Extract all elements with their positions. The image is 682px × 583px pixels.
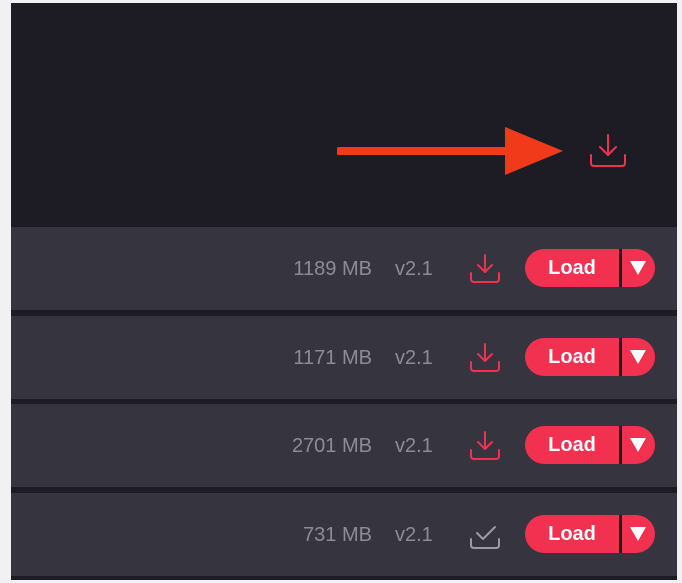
- model-version: v2.1: [395, 435, 433, 457]
- model-version: v2.1: [395, 524, 433, 546]
- check-tray-icon: [470, 526, 500, 549]
- load-options-dropdown[interactable]: [622, 426, 655, 464]
- model-size: 2701 MB: [291, 435, 372, 457]
- load-options-dropdown[interactable]: [622, 515, 655, 553]
- caret-down-icon: [630, 438, 646, 452]
- download-icon: [470, 431, 500, 460]
- load-options-dropdown[interactable]: [622, 338, 655, 376]
- model-size: 731 MB: [303, 524, 372, 546]
- annotation-arrow-icon: [337, 127, 563, 175]
- download-icon: [590, 134, 626, 167]
- model-size: 1189 MB: [293, 258, 372, 280]
- model-row: 2701 MB v2.1 Load: [11, 404, 677, 487]
- model-version: v2.1: [395, 258, 433, 280]
- load-button[interactable]: Load: [525, 338, 619, 376]
- download-icon: [470, 254, 500, 283]
- load-button[interactable]: Load: [525, 515, 619, 553]
- row-download-button[interactable]: [467, 428, 503, 464]
- load-split-button: Load: [525, 249, 655, 287]
- model-row: 1189 MB v2.1 Load: [11, 227, 677, 310]
- caret-down-icon: [630, 350, 646, 364]
- caret-down-icon: [630, 527, 646, 541]
- model-row: 1171 MB v2.1 Load: [11, 316, 677, 399]
- download-icon: [470, 343, 500, 372]
- row-download-button[interactable]: [467, 340, 503, 376]
- model-version: v2.1: [395, 347, 433, 369]
- load-split-button: Load: [525, 426, 655, 464]
- model-row: 731 MB v2.1 Load: [11, 493, 677, 576]
- downloaded-status: [467, 517, 503, 553]
- caret-down-icon: [630, 261, 646, 275]
- load-split-button: Load: [525, 515, 655, 553]
- model-size: 1171 MB: [293, 347, 372, 369]
- load-split-button: Load: [525, 338, 655, 376]
- load-button[interactable]: Load: [525, 249, 619, 287]
- row-download-button[interactable]: [467, 251, 503, 287]
- download-all-button[interactable]: [588, 131, 628, 171]
- load-options-dropdown[interactable]: [622, 249, 655, 287]
- model-list-panel: 1189 MB v2.1 Load 1171 MB v2.1 Load 2701…: [11, 3, 677, 580]
- load-button[interactable]: Load: [525, 426, 619, 464]
- panel-header: [11, 3, 677, 223]
